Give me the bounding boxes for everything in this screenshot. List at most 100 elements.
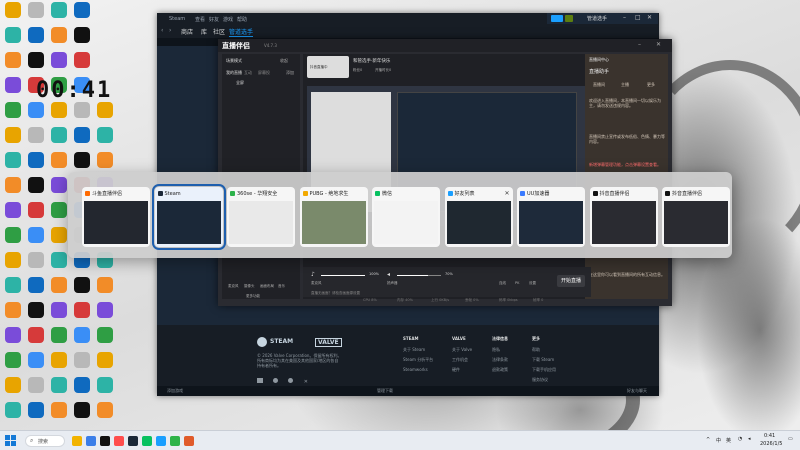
desktop-shortcut[interactable] bbox=[48, 102, 70, 118]
right-tab[interactable]: 直播间 bbox=[593, 82, 605, 87]
desktop-shortcut[interactable] bbox=[94, 302, 116, 318]
desktop-shortcut[interactable] bbox=[71, 127, 93, 143]
footer-link[interactable]: 帮助 bbox=[532, 347, 540, 353]
tool-camera[interactable]: 摄像头 bbox=[244, 284, 255, 289]
tool-layout[interactable]: 画面布局 bbox=[260, 284, 274, 289]
steam-menu-view[interactable]: 查看 bbox=[195, 16, 205, 23]
task-card[interactable]: Steam bbox=[151, 184, 226, 250]
scene-tab[interactable]: 我的直播 bbox=[226, 70, 242, 76]
desktop-shortcut[interactable] bbox=[25, 152, 47, 168]
footer-link[interactable]: 法律条款 bbox=[492, 357, 508, 363]
desktop-shortcut[interactable] bbox=[71, 277, 93, 293]
desktop-shortcut[interactable] bbox=[94, 127, 116, 143]
desktop-shortcut[interactable] bbox=[48, 227, 70, 243]
nav-back-icon[interactable]: ‹ bbox=[161, 27, 163, 34]
desktop-shortcut[interactable] bbox=[2, 302, 24, 318]
desktop-shortcut[interactable] bbox=[2, 77, 24, 93]
desktop-shortcut[interactable] bbox=[48, 277, 70, 293]
desktop-shortcut[interactable] bbox=[71, 327, 93, 343]
desktop-shortcut[interactable] bbox=[48, 402, 70, 418]
volume-icon[interactable]: ◂ bbox=[748, 436, 751, 442]
taskbar-app-icon[interactable] bbox=[184, 436, 194, 446]
notification-icon[interactable]: ▭ bbox=[788, 436, 793, 442]
desktop-shortcut[interactable] bbox=[25, 377, 47, 393]
steam-user-name[interactable]: 管道选手 bbox=[587, 15, 607, 22]
taskbar-search[interactable]: ⌕ 搜索 bbox=[25, 435, 65, 447]
taskbar-app-icon[interactable] bbox=[100, 436, 110, 446]
tray-time[interactable]: 0:41 bbox=[764, 433, 775, 439]
steam-menu-friends[interactable]: 好友 bbox=[209, 16, 219, 23]
desktop-shortcut[interactable] bbox=[25, 352, 47, 368]
desktop-shortcut[interactable] bbox=[25, 202, 47, 218]
task-card[interactable]: UU加速器 bbox=[517, 187, 585, 247]
tool-music[interactable]: 音乐 bbox=[278, 284, 285, 289]
desktop-shortcut[interactable] bbox=[48, 377, 70, 393]
task-card[interactable]: 斗鱼直播伴侣 bbox=[82, 187, 150, 247]
tool-pk[interactable]: PK bbox=[515, 281, 519, 285]
footer-link[interactable]: 退款政策 bbox=[492, 367, 508, 373]
footer-link[interactable]: 隐私 bbox=[492, 347, 500, 353]
footer-link[interactable]: 关于 Valve bbox=[452, 347, 472, 353]
window-minimize-icon[interactable]: – bbox=[623, 14, 626, 21]
taskbar-app-icon[interactable] bbox=[86, 436, 96, 446]
task-card[interactable]: 抖音直播伴侣 bbox=[662, 187, 730, 247]
tool-mic[interactable]: 麦克风 bbox=[228, 284, 239, 289]
friends-chat-button[interactable]: 好友与聊天 bbox=[627, 388, 647, 394]
desktop-shortcut[interactable] bbox=[25, 402, 47, 418]
desktop-shortcut[interactable] bbox=[71, 102, 93, 118]
desktop-shortcut[interactable] bbox=[2, 202, 24, 218]
scene-tab[interactable]: 屏幕投 bbox=[258, 70, 270, 76]
desktop-shortcut[interactable] bbox=[25, 27, 47, 43]
desktop-shortcut[interactable] bbox=[48, 152, 70, 168]
tool-settings[interactable]: 设置 bbox=[529, 281, 536, 286]
task-card[interactable]: 好友列表 ✕ bbox=[444, 187, 513, 247]
footer-link[interactable]: Steamworks bbox=[403, 367, 428, 372]
desktop-shortcut[interactable] bbox=[2, 152, 24, 168]
speaker-icon[interactable]: ◂ bbox=[387, 271, 390, 278]
desktop-shortcut[interactable] bbox=[25, 302, 47, 318]
right-tab[interactable]: 更多 bbox=[647, 82, 655, 87]
desktop-shortcut[interactable] bbox=[2, 352, 24, 368]
task-card[interactable]: 微信 bbox=[372, 187, 440, 247]
start-live-button[interactable]: 开始直播 bbox=[557, 275, 585, 287]
desktop-shortcut[interactable] bbox=[94, 152, 116, 168]
footer-link[interactable]: 服务协议 bbox=[532, 377, 548, 383]
desktop-shortcut[interactable] bbox=[2, 402, 24, 418]
desktop-shortcut[interactable] bbox=[71, 302, 93, 318]
youtube-icon[interactable] bbox=[257, 378, 263, 383]
desktop-shortcut[interactable] bbox=[25, 127, 47, 143]
desktop-shortcut[interactable] bbox=[71, 27, 93, 43]
scene-mode-label[interactable]: 场景模式 bbox=[226, 58, 242, 64]
scene-item-fullscreen[interactable]: 全屏 bbox=[236, 80, 244, 86]
desktop-shortcut[interactable] bbox=[25, 327, 47, 343]
desktop-shortcut[interactable] bbox=[71, 2, 93, 18]
desktop-shortcut[interactable] bbox=[25, 102, 47, 118]
tool-link[interactable]: 连线 bbox=[499, 281, 506, 286]
desktop-shortcut[interactable] bbox=[25, 52, 47, 68]
tray-ime[interactable]: 中 bbox=[716, 437, 721, 444]
x-icon[interactable]: ✕ bbox=[304, 379, 308, 385]
desktop-shortcut[interactable] bbox=[2, 252, 24, 268]
desktop-shortcut[interactable] bbox=[48, 2, 70, 18]
notification-badge[interactable] bbox=[551, 15, 563, 22]
window-maximize-icon[interactable]: □ bbox=[635, 14, 641, 21]
taskbar-app-icon[interactable] bbox=[142, 436, 152, 446]
tray-ime-mode[interactable]: 英 bbox=[726, 437, 731, 444]
taskbar-app-icon[interactable] bbox=[114, 436, 124, 446]
nav-store[interactable]: 商店 bbox=[181, 27, 193, 36]
scene-collapse-button[interactable]: 收起 bbox=[280, 58, 288, 64]
desktop-shortcut[interactable] bbox=[2, 177, 24, 193]
desktop-shortcut[interactable] bbox=[48, 252, 70, 268]
tray-arrow-icon[interactable]: ^ bbox=[706, 437, 710, 443]
desktop-shortcut[interactable] bbox=[48, 127, 70, 143]
desktop-shortcut[interactable] bbox=[71, 352, 93, 368]
footer-link[interactable]: 工作机会 bbox=[452, 357, 468, 363]
right-tab[interactable]: 主播 bbox=[621, 82, 629, 87]
desktop-shortcut[interactable] bbox=[94, 402, 116, 418]
desktop-shortcut[interactable] bbox=[2, 52, 24, 68]
steam-menu-games[interactable]: 游戏 bbox=[223, 16, 233, 23]
footer-link[interactable]: 硬件 bbox=[452, 367, 460, 373]
desktop-shortcut[interactable] bbox=[2, 227, 24, 243]
no-picture-hint[interactable]: 直播无画面？请检查画面源设置 bbox=[311, 291, 360, 296]
live-close-icon[interactable]: ✕ bbox=[656, 41, 661, 48]
